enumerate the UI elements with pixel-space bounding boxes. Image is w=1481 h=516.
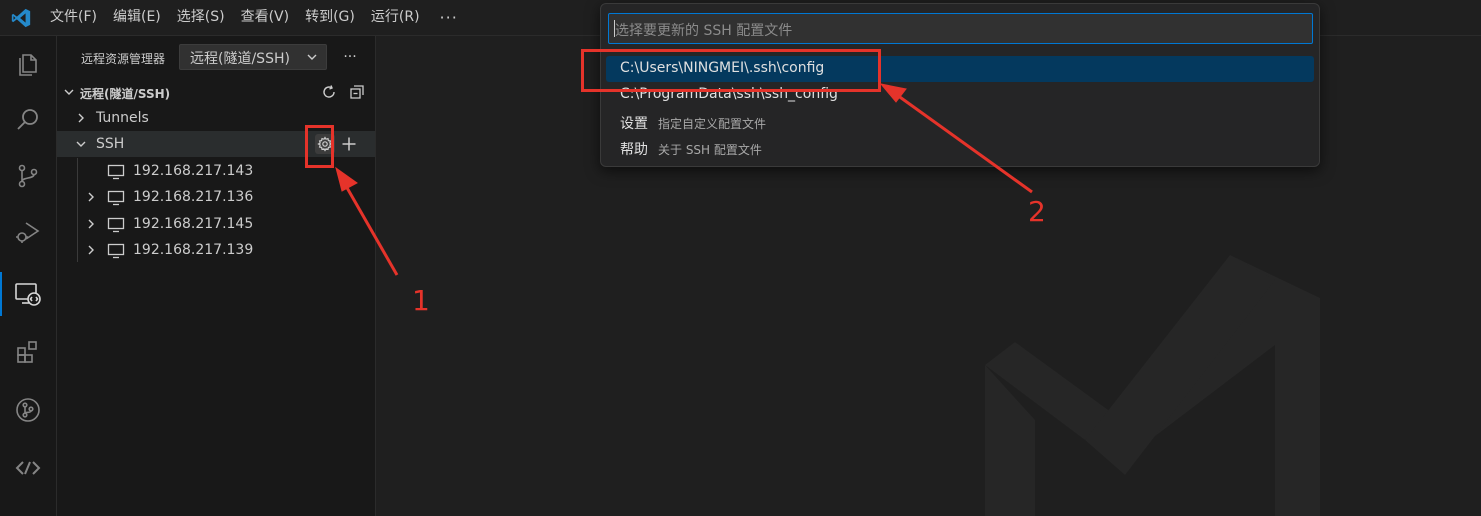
chevron-down-icon (64, 89, 74, 95)
quick-pick-placeholder: 选择要更新的 SSH 配置文件 (615, 23, 793, 39)
quick-pick-item-settings[interactable]: 设置 指定自定义配置文件 (606, 109, 1314, 135)
git-graph-icon (16, 398, 40, 422)
menu-bar: 文件(F) 编辑(E) 选择(S) 查看(V) 转到(G) 运行(R) ··· (42, 0, 470, 35)
activity-bar (0, 36, 57, 516)
quick-pick-item-help[interactable]: 帮助 关于 SSH 配置文件 (606, 135, 1314, 161)
extensions-icon (17, 341, 37, 363)
chevron-down-icon (76, 141, 86, 147)
monitor-icon (107, 217, 125, 233)
monitor-icon (107, 164, 125, 180)
quick-pick-item-description: 关于 SSH 配置文件 (658, 143, 762, 157)
sidebar-title: 远程资源管理器 (81, 52, 166, 66)
host-item[interactable]: 192.168.217.136 (57, 184, 375, 210)
ssh-label: SSH (96, 136, 125, 152)
menu-go[interactable]: 转到(G) (297, 0, 363, 35)
explorer-button[interactable] (0, 36, 56, 92)
host-label: 192.168.217.145 (133, 216, 254, 232)
sidebar-more-icon[interactable]: ··· (339, 46, 361, 68)
annotation-box-config (581, 49, 881, 92)
add-ssh-host-button[interactable] (339, 134, 359, 154)
remote-explorer-icon (15, 283, 41, 306)
source-control-icon (18, 164, 38, 188)
chevron-right-icon (88, 245, 94, 255)
files-icon (19, 54, 37, 76)
host-label: 192.168.217.143 (133, 163, 254, 179)
extensions-button[interactable] (0, 324, 56, 380)
menu-edit[interactable]: 编辑(E) (105, 0, 169, 35)
remote-type-select-value: 远程(隧道/SSH) (190, 51, 290, 67)
run-debug-button[interactable] (0, 204, 56, 260)
plus-icon (342, 137, 356, 151)
vscode-logo-icon (11, 8, 31, 28)
run-debug-icon (16, 222, 40, 243)
menu-more-icon[interactable]: ··· (428, 0, 470, 35)
annotation-label-1: 1 (412, 284, 430, 317)
search-button[interactable] (0, 92, 56, 148)
refresh-icon (323, 85, 335, 98)
menu-run[interactable]: 运行(R) (363, 0, 428, 35)
host-label: 192.168.217.136 (133, 189, 254, 205)
chevron-down-icon (307, 54, 317, 60)
vscode-watermark-icon (985, 255, 1320, 516)
tunnels-label: Tunnels (96, 110, 149, 126)
sidebar-header: 远程资源管理器 远程(隧道/SSH) ··· (57, 44, 375, 72)
git-graph-button[interactable] (0, 382, 56, 438)
menu-view[interactable]: 查看(V) (233, 0, 298, 35)
host-label: 192.168.217.139 (133, 242, 254, 258)
refresh-button[interactable] (319, 82, 339, 102)
remote-explorer-button[interactable] (0, 266, 56, 322)
host-item[interactable]: 192.168.217.139 (57, 237, 375, 263)
collapse-all-icon (350, 85, 364, 99)
host-item[interactable]: 192.168.217.145 (57, 211, 375, 237)
quick-pick-item-description: 指定自定义配置文件 (658, 117, 767, 131)
menu-file[interactable]: 文件(F) (42, 0, 105, 35)
remote-type-select[interactable]: 远程(隧道/SSH) (179, 44, 327, 70)
quick-pick-item-label: 帮助 (620, 142, 648, 158)
remote-connection-button[interactable] (0, 440, 56, 496)
chevron-right-icon (88, 192, 94, 202)
source-control-button[interactable] (0, 148, 56, 204)
quick-pick-item-label: 设置 (620, 116, 648, 132)
section-title: 远程(隧道/SSH) (80, 87, 171, 101)
remote-explorer-sidebar: 远程资源管理器 远程(隧道/SSH) ··· 远程(隧道/SSH) Tunnel… (57, 36, 376, 516)
quick-pick-input[interactable]: 选择要更新的 SSH 配置文件 (608, 13, 1313, 44)
remote-connection-icon (15, 461, 41, 475)
collapse-all-button[interactable] (347, 82, 367, 102)
monitor-icon (107, 190, 125, 206)
search-icon (17, 109, 38, 130)
remote-section-header[interactable]: 远程(隧道/SSH) (57, 79, 375, 105)
annotation-label-2: 2 (1028, 195, 1046, 228)
monitor-icon (107, 243, 125, 259)
annotation-box-gear (305, 125, 334, 168)
menu-selection[interactable]: 选择(S) (169, 0, 233, 35)
chevron-right-icon (78, 113, 84, 123)
chevron-right-icon (88, 219, 94, 229)
